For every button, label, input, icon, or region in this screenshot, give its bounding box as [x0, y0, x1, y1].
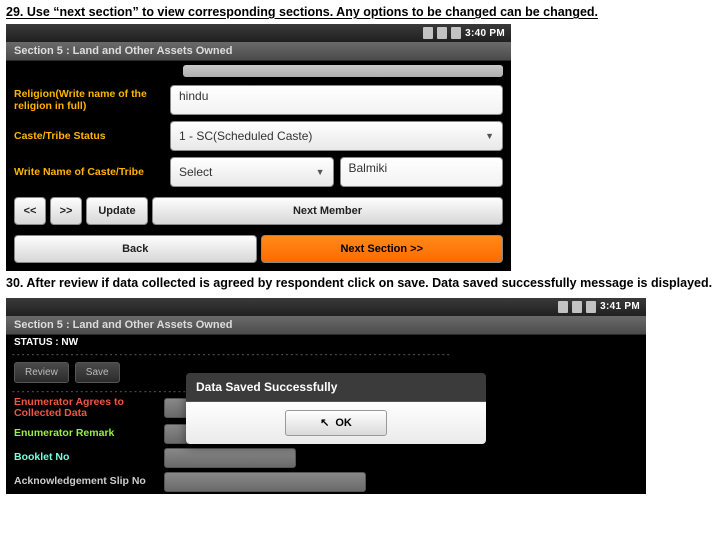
- battery-icon: [451, 27, 461, 39]
- ok-button[interactable]: ↖ OK: [285, 410, 387, 436]
- back-button[interactable]: Back: [14, 235, 257, 263]
- section-title: Section 5 : Land and Other Assets Owned: [6, 42, 511, 61]
- 3g-icon: [558, 301, 568, 313]
- clock: 3:41 PM: [600, 301, 640, 312]
- save-button[interactable]: Save: [75, 362, 120, 383]
- row-caste-status: Caste/Tribe Status 1 - SC(Scheduled Cast…: [14, 121, 503, 151]
- booklet-input[interactable]: [164, 448, 296, 468]
- chevron-down-icon: ▼: [485, 131, 494, 141]
- label-caste-status: Caste/Tribe Status: [14, 130, 170, 142]
- label-religion: Religion(Write name of the religion in f…: [14, 88, 170, 112]
- caste-name-select[interactable]: Select ▼: [170, 157, 334, 187]
- label-booklet: Booklet No: [14, 452, 164, 464]
- next-section-button[interactable]: Next Section >>: [261, 235, 504, 263]
- buttons-row-2: Back Next Section >>: [14, 235, 503, 263]
- update-button[interactable]: Update: [86, 197, 148, 225]
- phone-screen-1: 3:40 PM Section 5 : Land and Other Asset…: [6, 24, 511, 271]
- step-30-heading: 30. After review if data collected is ag…: [0, 271, 720, 293]
- cursor-icon: ↖: [320, 416, 329, 429]
- step-29-heading: 29. Use “next section” to view correspon…: [0, 0, 720, 22]
- chevron-down-icon: ▼: [316, 167, 325, 177]
- status-nw: STATUS : NW: [6, 335, 646, 350]
- prev-button[interactable]: <<: [14, 197, 46, 225]
- data-saved-dialog: Data Saved Successfully ↖ OK: [186, 373, 486, 444]
- religion-input[interactable]: hindu: [170, 85, 503, 115]
- caste-name-input[interactable]: Balmiki: [340, 157, 504, 187]
- divider: - - - - - - - - - - - - - - - - - - - - …: [6, 350, 646, 358]
- clock: 3:40 PM: [465, 28, 505, 39]
- row-religion: Religion(Write name of the religion in f…: [14, 85, 503, 115]
- row-ack: Acknowledgement Slip No: [6, 470, 646, 494]
- dialog-title: Data Saved Successfully: [186, 373, 486, 402]
- signal-icon: [572, 301, 582, 313]
- label-ack: Acknowledgement Slip No: [14, 476, 164, 488]
- review-button[interactable]: Review: [14, 362, 69, 383]
- label-enum-agrees: Enumerator Agrees to Collected Data: [14, 397, 164, 420]
- form-area: Religion(Write name of the religion in f…: [6, 61, 511, 271]
- dialog-body: ↖ OK: [186, 402, 486, 444]
- caste-select-value: Select: [179, 165, 212, 179]
- phone-screen-2: 3:41 PM Section 5 : Land and Other Asset…: [6, 298, 646, 494]
- status-bar: 3:40 PM: [6, 24, 511, 42]
- battery-icon: [586, 301, 596, 313]
- label-enum-remark: Enumerator Remark: [14, 428, 164, 440]
- caste-status-value: 1 - SC(Scheduled Caste): [179, 129, 312, 143]
- ok-label: OK: [335, 417, 352, 429]
- 3g-icon: [423, 27, 433, 39]
- status-bar: 3:41 PM: [6, 298, 646, 316]
- row-booklet: Booklet No: [6, 446, 646, 470]
- ack-input[interactable]: [164, 472, 366, 492]
- label-caste-name: Write Name of Caste/Tribe: [14, 166, 170, 178]
- buttons-row-1: << >> Update Next Member: [14, 197, 503, 225]
- signal-icon: [437, 27, 447, 39]
- next-member-button[interactable]: Next Member: [152, 197, 503, 225]
- caste-status-select[interactable]: 1 - SC(Scheduled Caste) ▼: [170, 121, 503, 151]
- row-caste-name: Write Name of Caste/Tribe Select ▼ Balmi…: [14, 157, 503, 187]
- section-title-2: Section 5 : Land and Other Assets Owned: [6, 316, 646, 335]
- next-button[interactable]: >>: [50, 197, 82, 225]
- field-stub: [183, 65, 503, 77]
